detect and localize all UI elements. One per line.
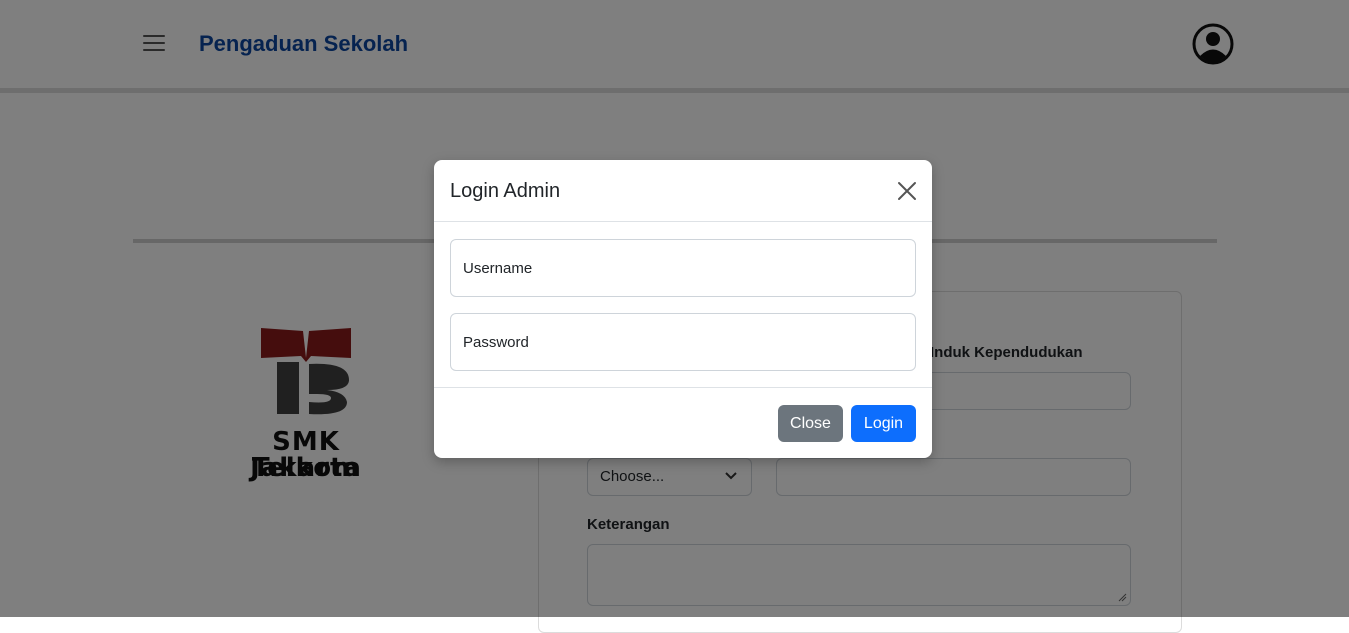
login-admin-modal: Login Admin Close Login — [434, 160, 932, 458]
modal-header: Login Admin — [434, 160, 932, 222]
username-input[interactable] — [450, 239, 916, 297]
password-input[interactable] — [450, 313, 916, 371]
close-button[interactable]: Close — [778, 405, 843, 442]
login-button[interactable]: Login — [851, 405, 916, 442]
modal-title: Login Admin — [450, 180, 561, 202]
close-icon[interactable] — [896, 180, 918, 202]
modal-footer: Close Login — [434, 387, 932, 458]
